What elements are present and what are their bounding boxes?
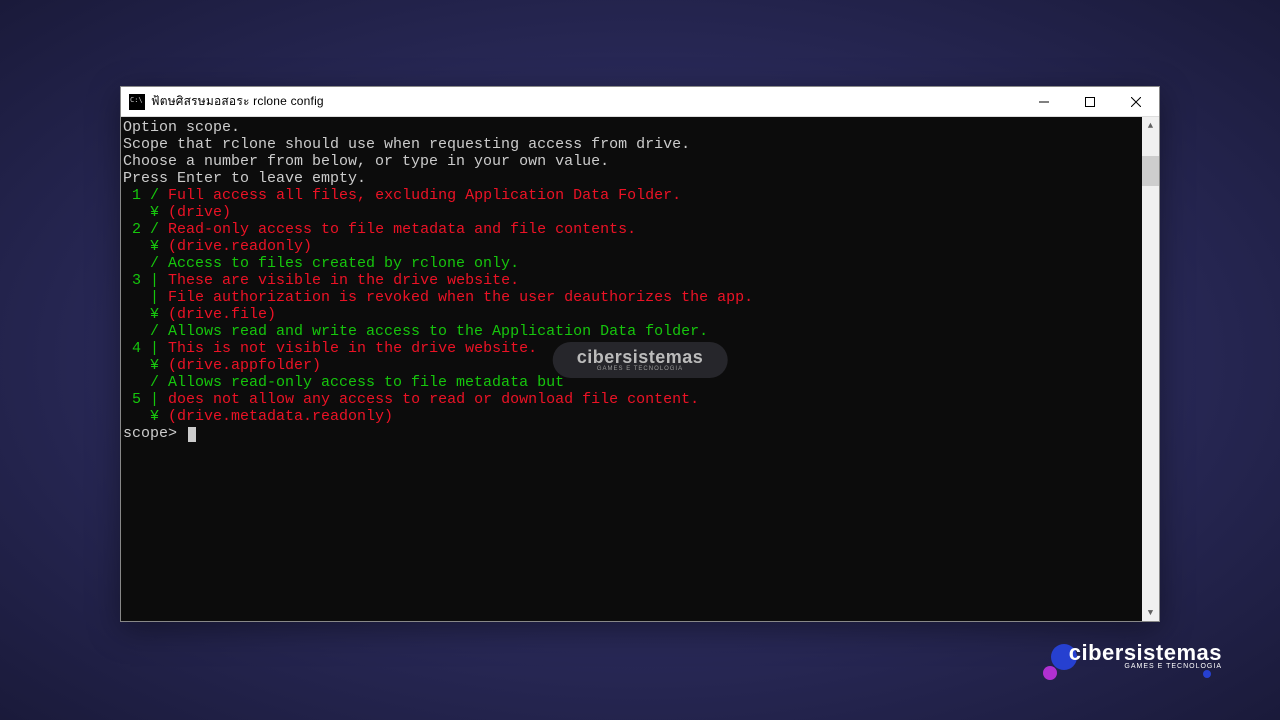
window-title: ฟ้ตษศิสรษมอสอระ rclone config [151,92,324,111]
terminal-line: 5 | does not allow any access to read or… [123,391,1140,408]
terminal-line: Press Enter to leave empty. [123,170,1140,187]
terminal-line: Choose a number from below, or type in y… [123,153,1140,170]
maximize-button[interactable] [1067,87,1113,117]
minimize-button[interactable] [1021,87,1067,117]
terminal-line: 1 / Full access all files, excluding App… [123,187,1140,204]
terminal-line: Option scope. [123,119,1140,136]
cmd-window: ฟ้ตษศิสรษมอสอระ rclone config Option sco… [120,86,1160,622]
scroll-track[interactable] [1142,134,1159,604]
cursor [188,427,196,442]
scroll-up-button[interactable]: ▲ [1142,117,1159,134]
terminal-line: ¥ (drive.metadata.readonly) [123,408,1140,425]
terminal-output[interactable]: Option scope.Scope that rclone should us… [121,117,1142,621]
terminal-line: 2 / Read-only access to file metadata an… [123,221,1140,238]
terminal-line: | File authorization is revoked when the… [123,289,1140,306]
watermark-corner: cibersistemas GAMES E TECNOLOGIA [1069,640,1222,670]
terminal-line: 3 | These are visible in the drive websi… [123,272,1140,289]
window-body: Option scope.Scope that rclone should us… [121,117,1159,621]
scroll-thumb[interactable] [1142,156,1159,186]
terminal-line: Scope that rclone should use when reques… [123,136,1140,153]
terminal-line: / Access to files created by rclone only… [123,255,1140,272]
vertical-scrollbar[interactable]: ▲ ▼ [1142,117,1159,621]
terminal-line: ¥ (drive.appfolder) [123,357,1140,374]
terminal-line: / Allows read and write access to the Ap… [123,323,1140,340]
terminal-line: ¥ (drive.file) [123,306,1140,323]
terminal-line: ¥ (drive) [123,204,1140,221]
close-button[interactable] [1113,87,1159,117]
titlebar[interactable]: ฟ้ตษศิสรษมอสอระ rclone config [121,87,1159,117]
terminal-line: ¥ (drive.readonly) [123,238,1140,255]
scroll-down-button[interactable]: ▼ [1142,604,1159,621]
terminal-line: scope> [123,425,1140,442]
cmd-icon [129,94,145,110]
terminal-line: / Allows read-only access to file metada… [123,374,1140,391]
watermark-corner-text: cibersistemas [1069,640,1222,666]
terminal-line: 4 | This is not visible in the drive web… [123,340,1140,357]
watermark-corner-sub: GAMES E TECNOLOGIA [1069,663,1222,670]
